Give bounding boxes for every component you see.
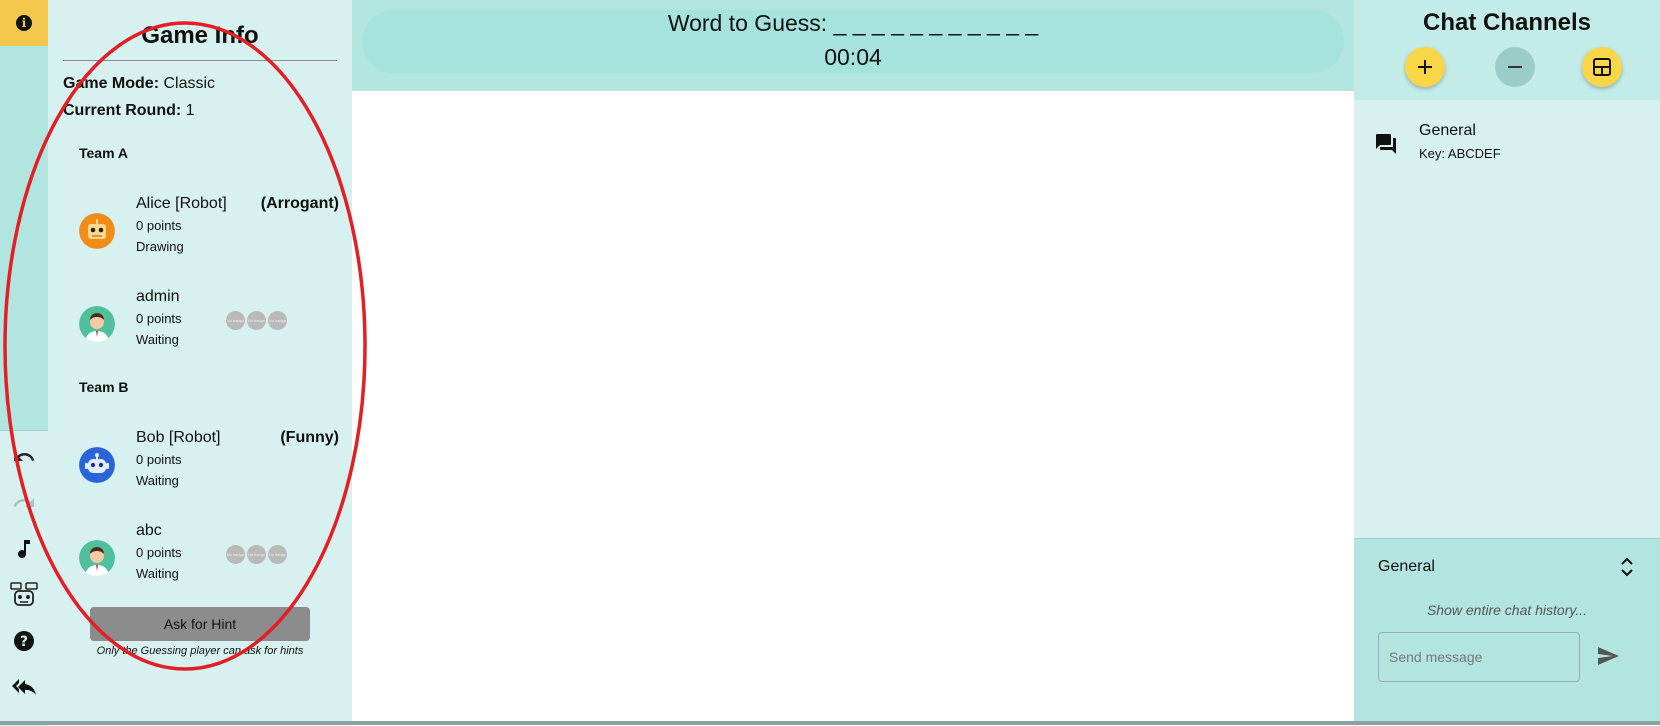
exit-button[interactable] [8,671,40,703]
forum-icon [1376,134,1396,154]
team-b-label: Team B [79,379,129,395]
word-pill: Word to Guess: _ _ _ _ _ _ _ _ _ _ _ 00:… [362,10,1344,73]
round-timer: 00:04 [824,44,882,70]
send-icon[interactable] [1596,644,1620,668]
hint-note: Only the Guessing player can ask for hin… [96,645,304,657]
redo-button[interactable] [8,487,40,519]
chat-header: Chat Channels [1354,0,1660,100]
remove-channel-button[interactable] [1495,47,1535,87]
player-points: 0 points [136,452,182,467]
player-status: Waiting [136,566,179,581]
music-button[interactable] [8,533,40,565]
player-status: Waiting [136,473,179,488]
divider [63,60,337,61]
chat-panel: Chat Channels General Key: ABCDEF Genera… [1354,0,1660,725]
word-to-guess: Word to Guess: _ _ _ _ _ _ _ _ _ _ _ [667,10,1039,36]
badge-placeholder: No badge [268,545,287,564]
channel-layout-button[interactable] [1582,47,1622,87]
chat-box: General Show entire chat history... [1354,538,1660,722]
player-points: 0 points [136,218,182,233]
exit-icon [12,679,36,695]
person-avatar [79,306,115,342]
player-name: abc [136,522,162,539]
player-status: Waiting [136,332,179,347]
badge-placeholder: No badge [247,311,266,330]
tool-rail: i ? [0,0,48,726]
help-icon: ? [14,631,34,651]
player-card: Bob [Robot] (Funny) 0 points Waiting [79,429,339,509]
player-status: Drawing [136,239,184,254]
orange-robot-avatar [79,213,115,249]
player-name: admin [136,288,180,305]
info-icon: i [16,15,32,31]
current-round-label: Current Round: [63,102,182,119]
channel-item-general[interactable]: General Key: ABCDEF [1354,112,1660,172]
redo-icon [13,498,34,507]
info-button[interactable]: i [0,0,48,46]
message-input[interactable] [1378,632,1580,682]
badge-row: No badge No badge No badge [226,545,287,564]
player-trait: (Funny) [280,429,339,446]
game-mode-label: Game Mode: [63,75,160,92]
expand-collapse-icon[interactable] [1618,555,1636,579]
badge-placeholder: No badge [226,545,245,564]
show-chat-history-link[interactable]: Show entire chat history... [1354,602,1660,618]
game-info-title: Game Info [141,22,259,49]
current-round-value: 1 [185,102,195,119]
music-note-icon [18,540,30,558]
ask-for-hint-button[interactable]: Ask for Hint [90,607,310,641]
badge-placeholder: No badge [226,311,245,330]
player-name: Alice [Robot] [136,195,227,212]
player-trait: (Arrogant) [260,195,339,212]
chat-box-title: General [1378,558,1435,575]
player-points: 0 points [136,311,182,326]
team-a-label: Team A [79,145,129,161]
svg-text:?: ? [20,634,28,650]
blue-robot-avatar [79,447,115,483]
game-mode-value: Classic [163,75,216,92]
player-card: Alice [Robot] (Arrogant) 0 points Drawin… [79,195,339,275]
badge-placeholder: No badge [247,545,266,564]
layout-icon [1593,58,1611,76]
badge-row: No badge No badge No badge [226,311,287,330]
robot-chat-icon [10,582,38,606]
bottom-scrollbar[interactable] [0,721,1660,725]
tool-rail-lower: ? [0,430,48,726]
word-bar: Word to Guess: _ _ _ _ _ _ _ _ _ _ _ 00:… [352,0,1354,91]
player-name: Bob [Robot] [136,429,221,446]
game-mode: Game Mode: Classic [63,75,215,93]
badge-placeholder: No badge [268,311,287,330]
channel-name: General [1419,122,1476,139]
chat-channels-title: Chat Channels [1422,9,1592,36]
player-card: admin 0 points No badge No badge No badg… [79,288,339,368]
channel-key: Key: ABCDEF [1419,146,1501,161]
undo-button[interactable] [8,441,40,473]
player-card: abc 0 points No badge No badge No badge … [79,522,339,602]
robot-chat-button[interactable] [8,579,40,611]
undo-icon [14,452,35,461]
help-button[interactable]: ? [8,625,40,657]
add-channel-button[interactable] [1405,47,1445,87]
current-round: Current Round: 1 [63,102,195,120]
drawing-canvas[interactable] [352,91,1354,721]
person-avatar [79,540,115,576]
player-points: 0 points [136,545,182,560]
plus-icon [1418,60,1432,74]
minus-icon [1508,66,1522,68]
game-info-panel: Game Info Game Mode: Classic Current Rou… [48,0,352,725]
